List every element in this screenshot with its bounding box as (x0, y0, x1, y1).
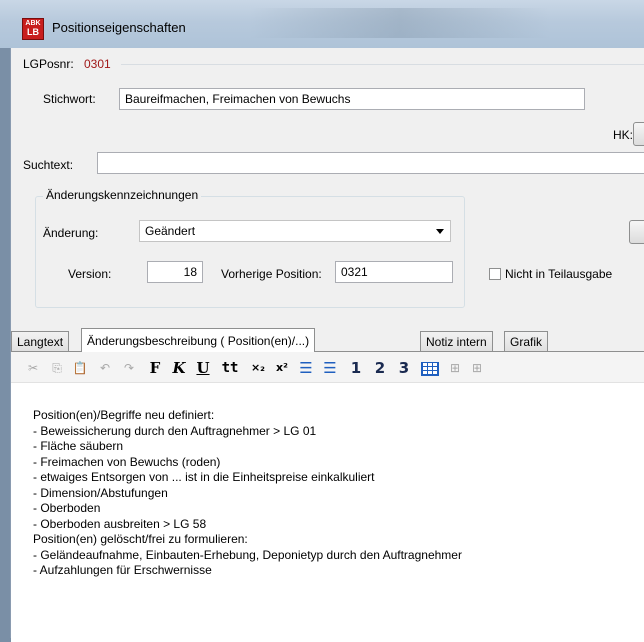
underline-button[interactable]: U (195, 358, 211, 378)
format-toolbar: ✂ ⎘ 📋 ↶ ↷ F K U tt ×₂ x² ☰ ☰ 1 2 3 ⊞ ⊞ (11, 352, 644, 383)
cut-icon[interactable]: ✂ (25, 358, 41, 378)
side-button[interactable] (629, 220, 644, 244)
stichwort-label: Stichwort: (43, 92, 96, 106)
paste-icon[interactable]: 📋 (71, 358, 89, 378)
vorherige-position-label: Vorherige Position: (221, 267, 322, 281)
insert-row-icon[interactable]: ⊞ (447, 358, 463, 378)
editor-line: - Fläche säubern (33, 439, 124, 453)
suchtext-input[interactable] (97, 152, 644, 174)
suchtext-label: Suchtext: (23, 158, 74, 172)
editor-line: - Aufzahlungen für Erschwernisse (33, 563, 212, 577)
separator (121, 64, 644, 65)
dialog-body: LGPosnr: 0301 Stichwort: Baureifmachen, … (10, 48, 644, 642)
aenderung-selected-value: Geändert (145, 224, 196, 238)
teletype-button[interactable]: tt (219, 358, 241, 378)
background-blur (250, 8, 550, 38)
lgposnr-value: 0301 (84, 57, 111, 71)
app-icon: ABK LB (22, 18, 44, 40)
vorherige-position-input[interactable]: 0321 (335, 261, 453, 283)
nicht-in-teilausgabe-checkbox[interactable] (489, 268, 501, 280)
aenderungen-groupbox (35, 196, 465, 308)
italic-button[interactable]: K (171, 358, 187, 378)
editor-line: - Dimension/Abstufungen (33, 485, 168, 500)
editor-line: - etwaiges Entsorgen von ... ist in die … (33, 470, 375, 484)
copy-icon[interactable]: ⎘ (49, 358, 65, 378)
editor-line: - Geländeaufnahme, Einbauten-Erhebung, D… (33, 547, 462, 562)
title-bar[interactable]: ABK LB Positionseigenschaften (0, 0, 644, 48)
hk-button[interactable] (633, 122, 644, 146)
heading-1-button[interactable]: 1 (349, 358, 363, 378)
editor-line: Position(en) gelöscht/frei zu formuliere… (33, 532, 248, 546)
heading-3-button[interactable]: 3 (397, 358, 411, 378)
aenderungen-group-title: Änderungskennzeichnungen (43, 188, 202, 202)
table-icon[interactable] (421, 358, 439, 378)
tab-langtext[interactable]: Langtext (11, 331, 70, 351)
numbered-list-icon[interactable]: ☰ (297, 358, 315, 378)
redo-icon[interactable]: ↷ (121, 358, 137, 378)
undo-icon[interactable]: ↶ (97, 358, 113, 378)
heading-2-button[interactable]: 2 (373, 358, 387, 378)
subscript-button[interactable]: ×₂ (249, 358, 267, 378)
editor-line: - Freimachen von Bewuchs (roden) (33, 454, 221, 469)
hk-label: HK: (613, 128, 634, 142)
bold-button[interactable]: F (147, 358, 163, 378)
lgposnr-label: LGPosnr: (23, 57, 74, 71)
nicht-in-teilausgabe-label: Nicht in Teilausgabe (505, 267, 613, 281)
tab-bar: Langtext Änderungsbeschreibung ( Positio… (11, 328, 644, 352)
bullet-list-icon[interactable]: ☰ (321, 358, 339, 378)
aenderung-dropdown[interactable]: Geändert (139, 220, 451, 242)
editor-line: - Oberboden ausbreiten > LG 58 (33, 516, 207, 531)
editor-line: - Beweissicherung durch den Auftragnehme… (33, 423, 317, 438)
aenderung-label: Änderung: (43, 226, 99, 240)
version-input[interactable]: 18 (147, 261, 203, 283)
window-title: Positionseigenschaften (52, 20, 186, 35)
superscript-button[interactable]: x² (273, 358, 291, 378)
editor-panel: ✂ ⎘ 📋 ↶ ↷ F K U tt ×₂ x² ☰ ☰ 1 2 3 ⊞ ⊞ P… (11, 351, 644, 642)
version-label: Version: (68, 267, 112, 281)
insert-column-icon[interactable]: ⊞ (469, 358, 485, 378)
tab-notiz-intern[interactable]: Notiz intern (420, 331, 493, 351)
editor-line: Position(en)/Begriffe neu definiert: (33, 408, 215, 422)
tab-grafik[interactable]: Grafik (504, 331, 549, 351)
editor-line: - Oberboden (33, 501, 101, 515)
tab-aenderungsbeschreibung[interactable]: Änderungsbeschreibung ( Position(en)/...… (81, 328, 316, 352)
editor-content[interactable]: Position(en)/Begriffe neu definiert: - B… (33, 408, 633, 579)
stichwort-input[interactable]: Baureifmachen, Freimachen von Bewuchs (119, 88, 585, 110)
chevron-down-icon[interactable] (436, 229, 444, 234)
